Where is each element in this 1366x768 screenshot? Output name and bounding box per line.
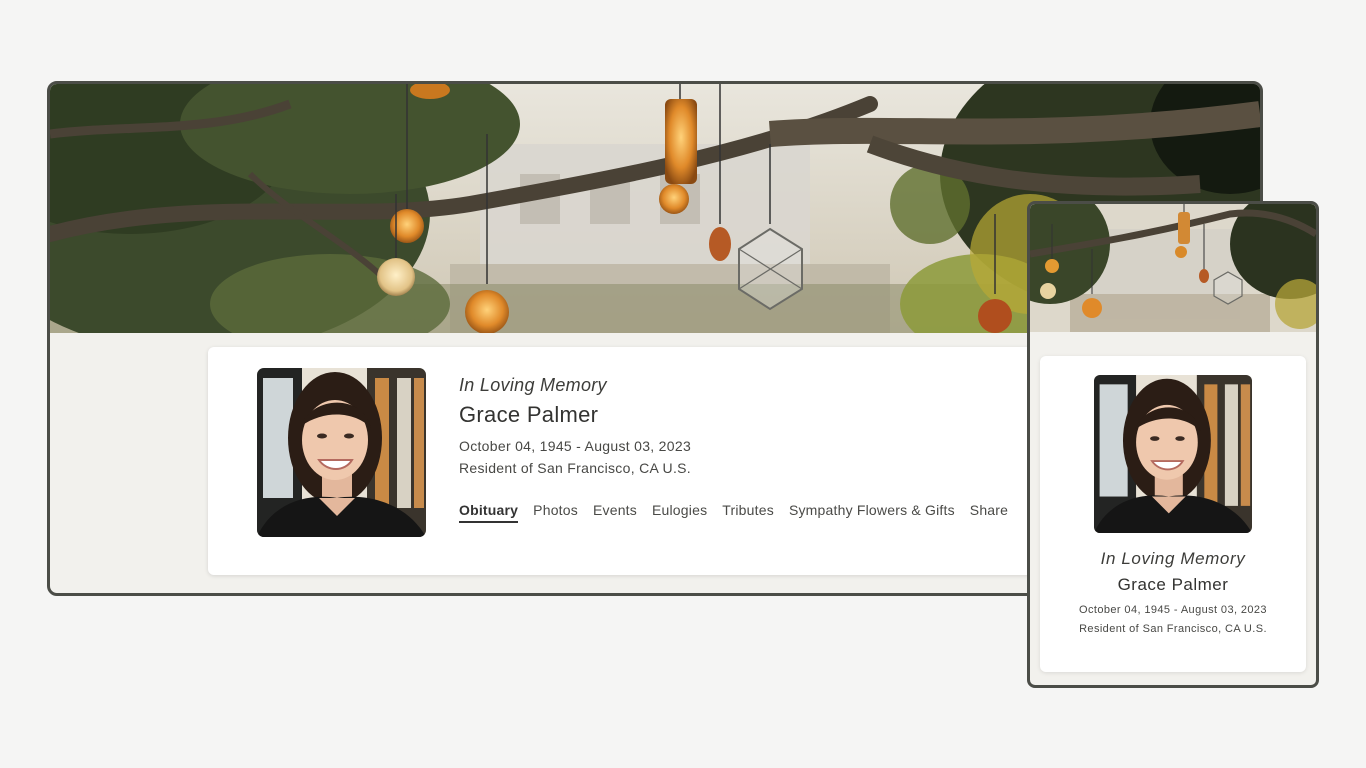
mobile-profile-info: In Loving Memory Grace Palmer October 04… — [1040, 549, 1306, 635]
tab-sympathy-flowers-gifts[interactable]: Sympathy Flowers & Gifts — [789, 502, 955, 523]
profile-tabs: Obituary Photos Events Eulogies Tributes… — [459, 502, 1008, 523]
portrait-photo — [257, 368, 426, 537]
mobile-profile-card: In Loving Memory Grace Palmer October 04… — [1040, 356, 1306, 672]
mobile-life-dates: October 04, 1945 - August 03, 2023 — [1079, 604, 1267, 616]
mobile-portrait-photo — [1094, 375, 1252, 533]
profile-card: In Loving Memory Grace Palmer October 04… — [208, 347, 1108, 575]
memorial-heading: In Loving Memory — [459, 375, 607, 395]
mobile-banner-image — [1030, 204, 1316, 332]
mobile-deceased-name: Grace Palmer — [1117, 575, 1229, 594]
tab-events[interactable]: Events — [593, 502, 637, 523]
residence: Resident of San Francisco, CA U.S. — [459, 460, 691, 476]
tab-share[interactable]: Share — [970, 502, 1008, 523]
tab-tributes[interactable]: Tributes — [722, 502, 774, 523]
tab-eulogies[interactable]: Eulogies — [652, 502, 707, 523]
mobile-memorial-heading: In Loving Memory — [1100, 549, 1246, 568]
tab-photos[interactable]: Photos — [533, 502, 578, 523]
mobile-frame: In Loving Memory Grace Palmer October 04… — [1027, 201, 1319, 688]
tab-obituary[interactable]: Obituary — [459, 502, 519, 523]
mobile-residence: Resident of San Francisco, CA U.S. — [1079, 623, 1267, 635]
life-dates: October 04, 1945 - August 03, 2023 — [459, 438, 692, 454]
showcase-stage: In Loving Memory Grace Palmer October 04… — [0, 0, 1366, 768]
profile-info: In Loving Memory Grace Palmer October 04… — [459, 375, 691, 476]
deceased-name: Grace Palmer — [459, 402, 599, 427]
